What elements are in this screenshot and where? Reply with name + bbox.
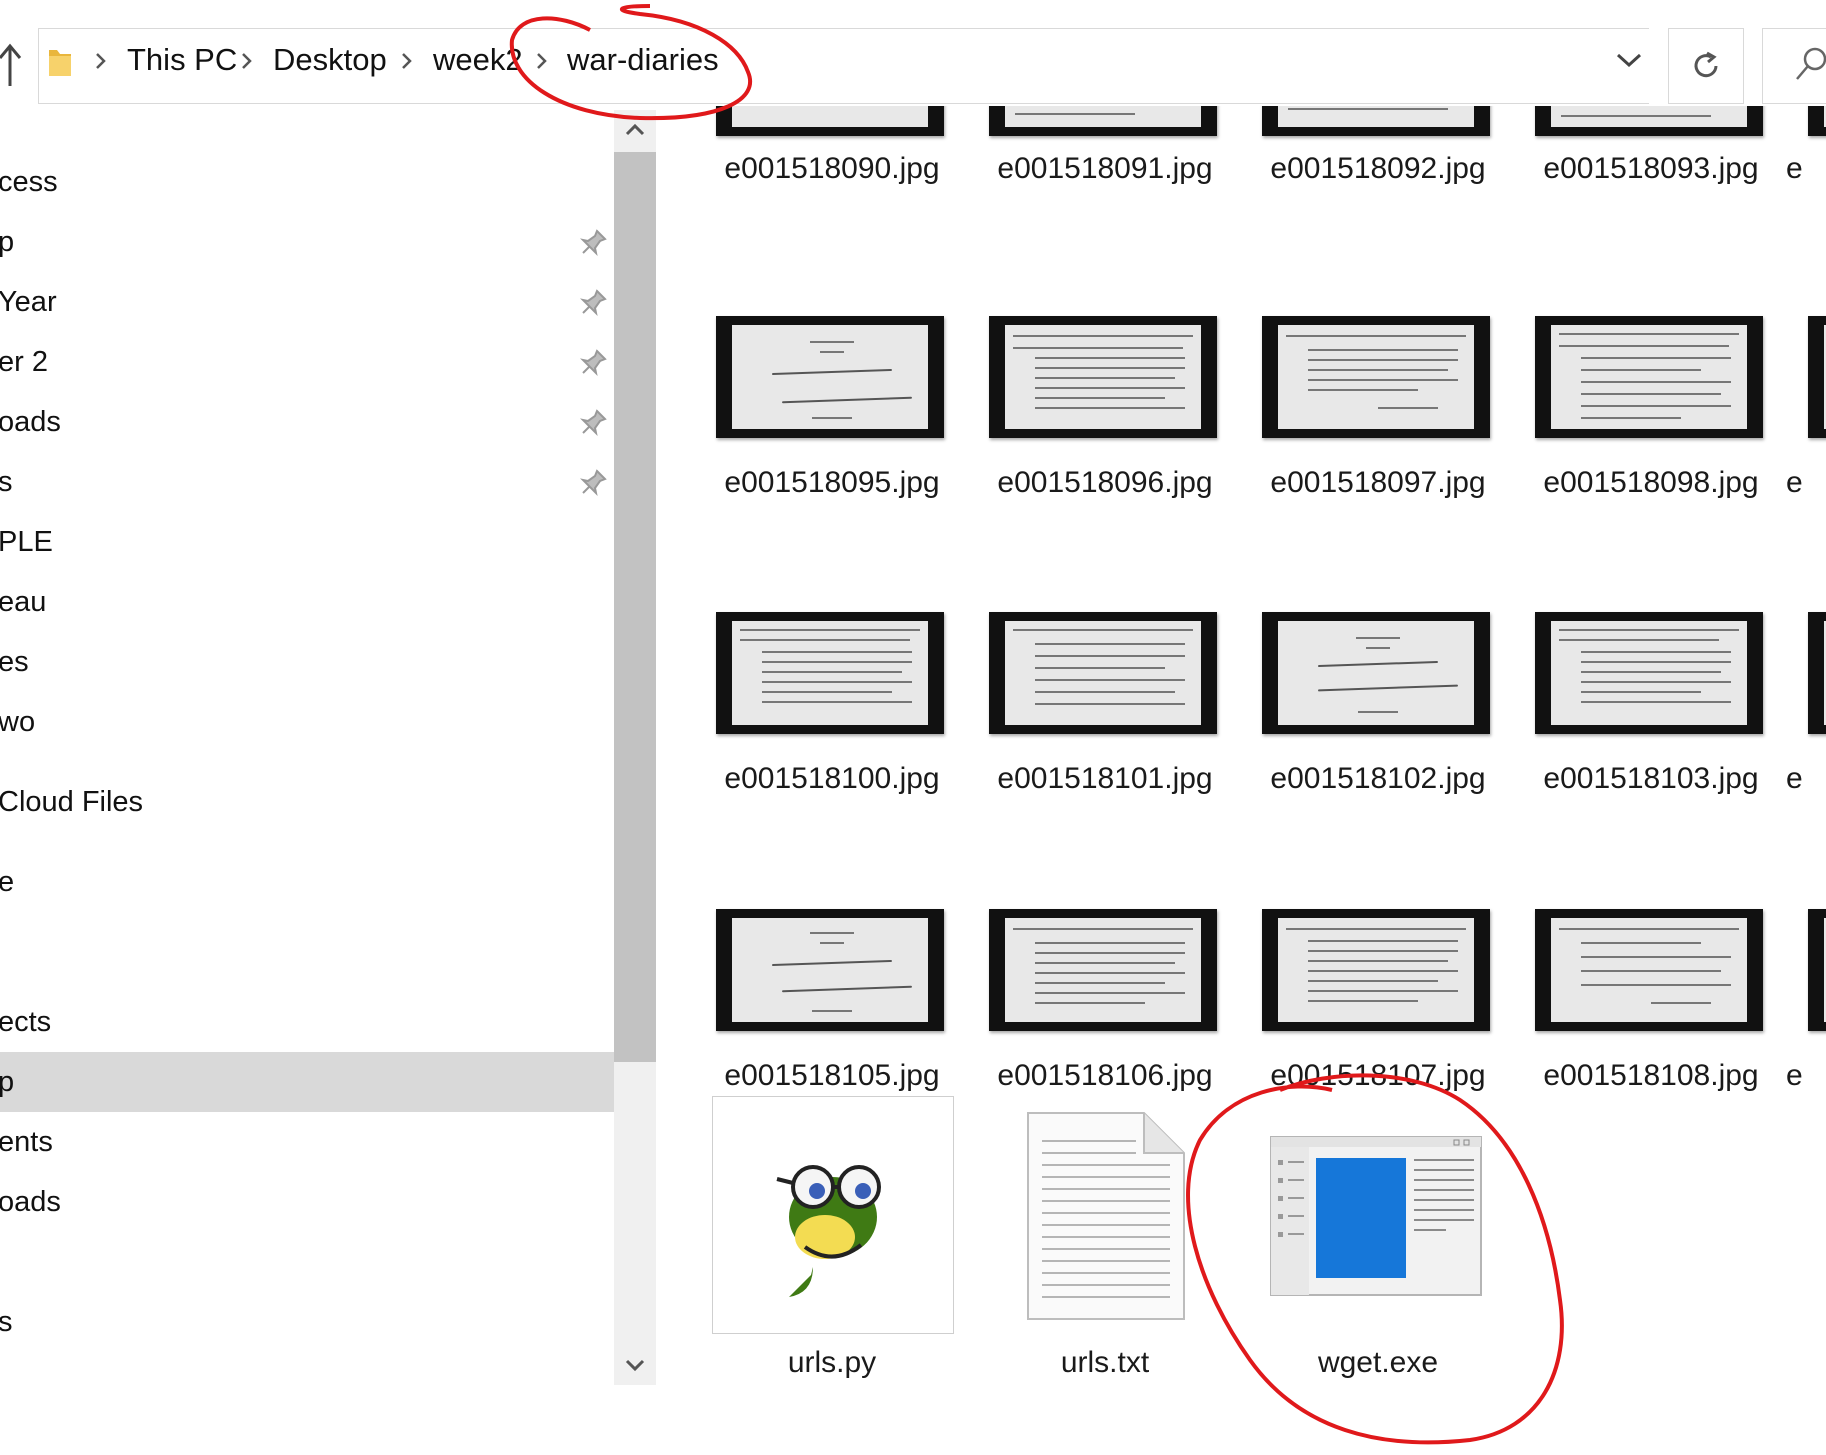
chevron-right-icon[interactable] bbox=[238, 50, 256, 72]
thumbnail bbox=[1808, 612, 1826, 734]
nav-item[interactable]: Cloud Files bbox=[0, 772, 614, 832]
thumbnail bbox=[989, 909, 1217, 1031]
thumbnail bbox=[1262, 909, 1490, 1031]
chevron-down-icon[interactable] bbox=[1614, 50, 1644, 70]
pin-icon[interactable] bbox=[580, 348, 608, 376]
file-name: e001518098.jpg bbox=[1543, 466, 1759, 499]
search-box[interactable] bbox=[1762, 28, 1826, 104]
text-file-icon bbox=[1027, 1112, 1185, 1320]
python-idle-icon bbox=[712, 1096, 954, 1334]
file-name: urls.py bbox=[787, 1346, 877, 1379]
file-name: e001518093.jpg bbox=[1543, 152, 1759, 185]
nav-scrollbar[interactable] bbox=[614, 110, 656, 1385]
nav-item[interactable]: PLE bbox=[0, 512, 614, 572]
thumbnail bbox=[1535, 909, 1763, 1031]
file-name: e001518095.jpg bbox=[724, 466, 940, 499]
file-name: wget.exe bbox=[1317, 1346, 1439, 1379]
thumbnail bbox=[716, 316, 944, 438]
nav-item[interactable]: wo bbox=[0, 692, 614, 752]
file-item-urls-txt[interactable] bbox=[1026, 1111, 1286, 1321]
nav-item[interactable]: oads bbox=[0, 392, 614, 452]
nav-item[interactable]: er 2 bbox=[0, 332, 614, 392]
thumbnail bbox=[989, 316, 1217, 438]
up-arrow-icon[interactable] bbox=[0, 40, 24, 90]
scrollbar-thumb[interactable] bbox=[614, 152, 656, 1062]
breadcrumb-war-diaries[interactable]: war-diaries bbox=[567, 42, 719, 78]
nav-item[interactable]: oads bbox=[0, 1172, 614, 1232]
nav-item[interactable]: es bbox=[0, 632, 614, 692]
file-name: e001518101.jpg bbox=[997, 762, 1213, 795]
thumbnail bbox=[716, 106, 944, 136]
nav-item[interactable]: eau bbox=[0, 572, 614, 632]
thumbnail bbox=[1262, 612, 1490, 734]
pin-icon[interactable] bbox=[580, 408, 608, 436]
thumbnail bbox=[1535, 316, 1763, 438]
file-name: e001518092.jpg bbox=[1270, 152, 1486, 185]
file-name: e001518107.jpg bbox=[1270, 1059, 1486, 1092]
nav-item[interactable]: cess bbox=[0, 152, 614, 212]
file-name: e001518090.jpg bbox=[724, 152, 940, 185]
file-name: urls.txt bbox=[1060, 1346, 1150, 1379]
breadcrumb-this-pc[interactable]: This PC bbox=[127, 42, 237, 78]
scroll-down-icon[interactable] bbox=[614, 1345, 656, 1385]
chevron-right-icon[interactable] bbox=[533, 50, 551, 72]
thumbnail bbox=[1808, 106, 1826, 136]
chevron-right-icon[interactable] bbox=[92, 50, 110, 72]
file-name: e001518108.jpg bbox=[1543, 1059, 1759, 1092]
nav-item[interactable]: s bbox=[0, 1292, 614, 1352]
file-name: e001518096.jpg bbox=[997, 466, 1213, 499]
thumbnail bbox=[1808, 316, 1826, 438]
thumbnail bbox=[1808, 909, 1826, 1031]
pin-icon[interactable] bbox=[580, 468, 608, 496]
thumbnail bbox=[1535, 612, 1763, 734]
nav-item[interactable]: ents bbox=[0, 1112, 614, 1172]
file-name: e001518102.jpg bbox=[1270, 762, 1486, 795]
pin-icon[interactable] bbox=[580, 228, 608, 256]
nav-item[interactable]: s bbox=[0, 452, 614, 512]
refresh-button[interactable] bbox=[1668, 28, 1744, 104]
thumbnail bbox=[1262, 316, 1490, 438]
scroll-up-icon[interactable] bbox=[614, 110, 656, 150]
thumbnail bbox=[1262, 106, 1490, 136]
thumbnail bbox=[989, 612, 1217, 734]
file-name: e001518105.jpg bbox=[724, 1059, 940, 1092]
navigation-pane: cess p Year er 2 oads s PLE eau es wo Cl… bbox=[0, 106, 614, 1455]
folder-icon bbox=[47, 46, 73, 78]
file-name: e bbox=[1786, 466, 1803, 499]
thumbnail bbox=[716, 909, 944, 1031]
file-name: e001518106.jpg bbox=[997, 1059, 1213, 1092]
application-icon bbox=[1270, 1136, 1482, 1296]
nav-item[interactable]: Year bbox=[0, 272, 614, 332]
address-toolbar: This PC Desktop week2 war-diaries bbox=[0, 0, 1826, 106]
breadcrumb-desktop[interactable]: Desktop bbox=[273, 42, 387, 78]
file-name: e001518103.jpg bbox=[1543, 762, 1759, 795]
file-name: e bbox=[1786, 762, 1803, 795]
pin-icon[interactable] bbox=[580, 288, 608, 316]
file-name: e bbox=[1786, 1059, 1803, 1092]
chevron-right-icon[interactable] bbox=[398, 50, 416, 72]
search-icon bbox=[1796, 47, 1826, 80]
file-name: e bbox=[1786, 152, 1803, 185]
nav-item[interactable]: e bbox=[0, 852, 614, 912]
thumbnail bbox=[716, 612, 944, 734]
file-name: e001518100.jpg bbox=[724, 762, 940, 795]
file-item-wget-exe[interactable] bbox=[1270, 1136, 1530, 1296]
thumbnail bbox=[989, 106, 1217, 136]
nav-item[interactable]: p bbox=[0, 212, 614, 272]
nav-item-selected[interactable]: p bbox=[0, 1052, 614, 1112]
file-name: e001518097.jpg bbox=[1270, 466, 1486, 499]
refresh-icon bbox=[1694, 51, 1718, 78]
nav-item[interactable]: ects bbox=[0, 992, 614, 1052]
file-view: e001518090.jpg e001518091.jpg e001518092… bbox=[656, 106, 1826, 1455]
breadcrumb-week2[interactable]: week2 bbox=[433, 42, 523, 78]
thumbnail bbox=[1535, 106, 1763, 136]
file-name: e001518091.jpg bbox=[997, 152, 1213, 185]
